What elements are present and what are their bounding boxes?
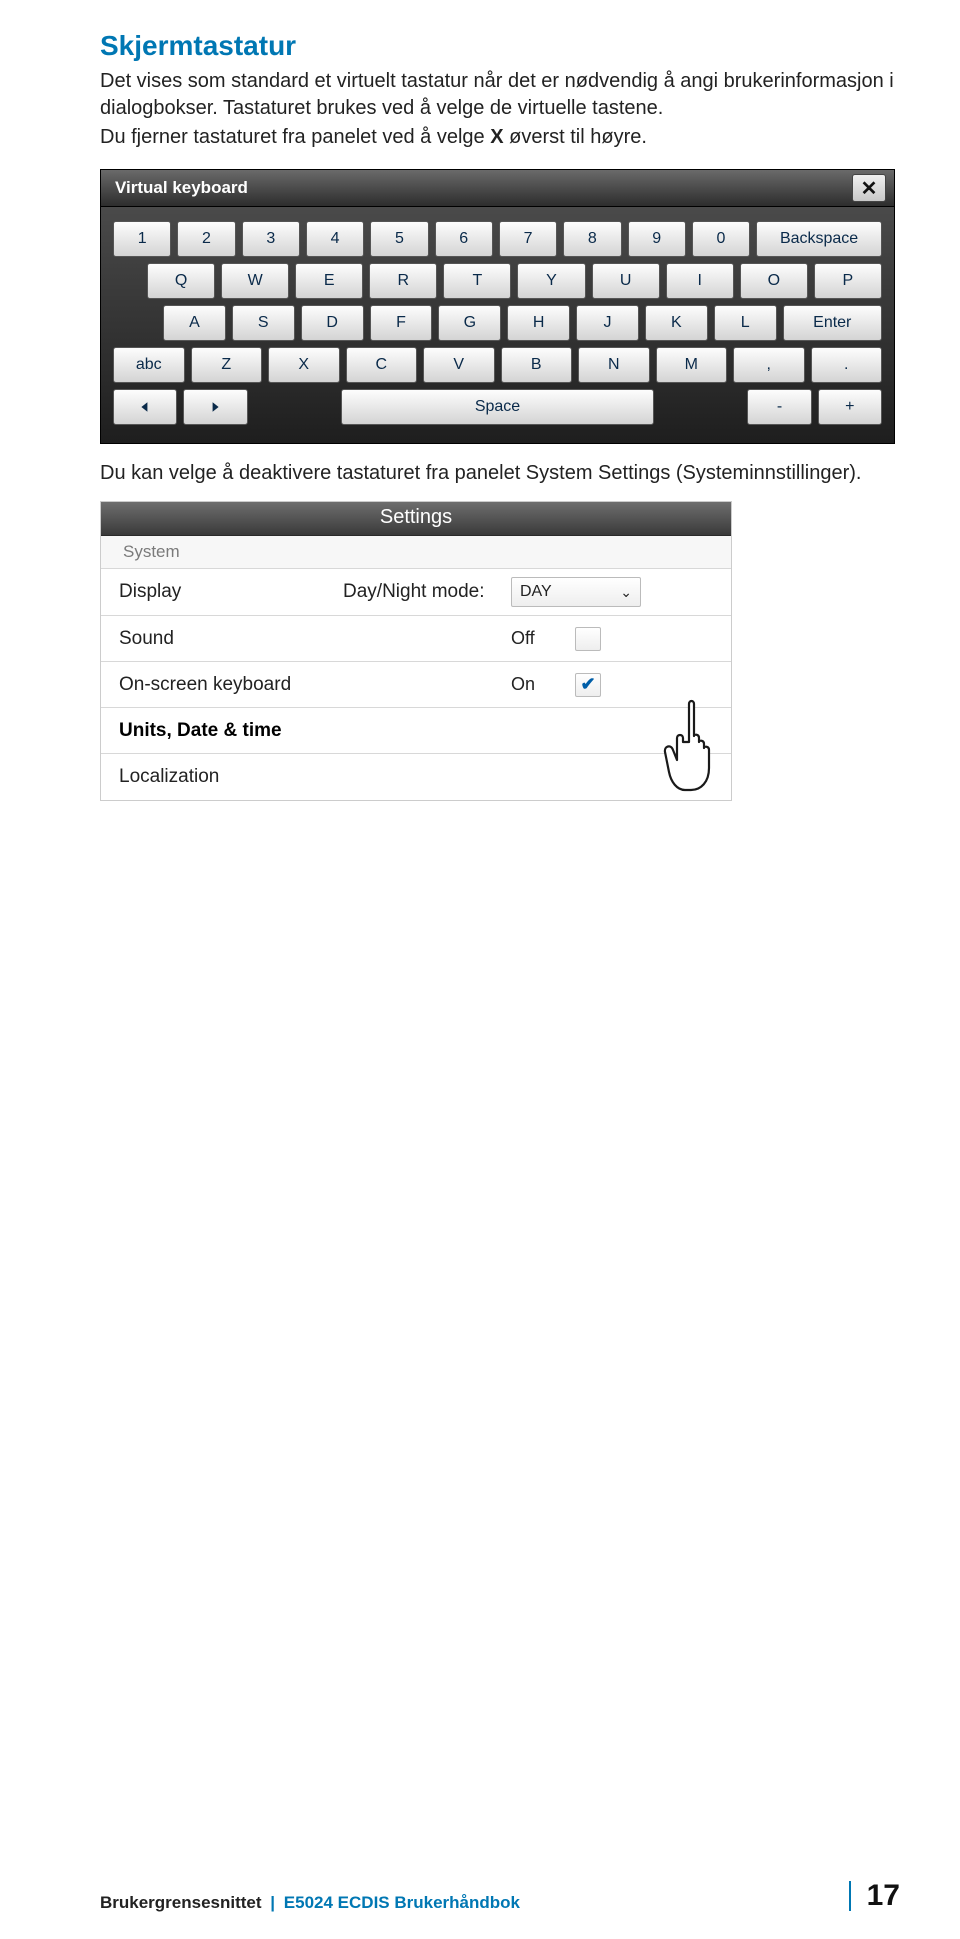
key-8[interactable]: 8: [563, 221, 621, 257]
key-h[interactable]: H: [507, 305, 570, 341]
vk-title: Virtual keyboard: [115, 178, 248, 198]
dropdown-daynight[interactable]: DAY ⌄: [511, 577, 641, 607]
key-f[interactable]: F: [370, 305, 433, 341]
key-l[interactable]: L: [714, 305, 777, 341]
key-abc[interactable]: abc: [113, 347, 185, 383]
key-9[interactable]: 9: [628, 221, 686, 257]
after-kb-text: Du kan velge å deaktivere tastaturet fra…: [100, 460, 895, 487]
row-sound[interactable]: Sound Off: [101, 616, 731, 662]
key-a[interactable]: A: [163, 305, 226, 341]
key-c[interactable]: C: [346, 347, 418, 383]
key-backspace[interactable]: Backspace: [756, 221, 882, 257]
pointer-hand-icon: [659, 698, 733, 799]
label-units: Units, Date & time: [113, 720, 731, 742]
key-g[interactable]: G: [438, 305, 501, 341]
footer-sep: |: [266, 1893, 279, 1912]
row-units[interactable]: Units, Date & time: [101, 708, 731, 754]
key-period[interactable]: .: [811, 347, 883, 383]
key-comma[interactable]: ,: [733, 347, 805, 383]
value-sound: Off: [511, 628, 547, 649]
key-s[interactable]: S: [232, 305, 295, 341]
key-e[interactable]: E: [295, 263, 363, 299]
key-b[interactable]: B: [501, 347, 573, 383]
row-osk[interactable]: On-screen keyboard On: [101, 662, 731, 708]
row-display[interactable]: Display Day/Night mode: DAY ⌄: [101, 569, 731, 616]
arrow-right-icon[interactable]: [183, 389, 247, 425]
intro-p2c: øverst til høyre.: [504, 126, 647, 148]
footer-doc: E5024 ECDIS Brukerhåndbok: [284, 1893, 520, 1912]
spacer: [254, 389, 335, 425]
key-j[interactable]: J: [576, 305, 639, 341]
key-0[interactable]: 0: [692, 221, 750, 257]
checkbox-osk[interactable]: [575, 673, 601, 697]
vk-row-1: 1 2 3 4 5 6 7 8 9 0 Backspace: [113, 221, 882, 257]
row-localization[interactable]: Localization: [101, 754, 731, 800]
key-1[interactable]: 1: [113, 221, 171, 257]
virtual-keyboard-figure: Virtual keyboard ✕ 1 2 3 4 5 6 7 8 9 0 B…: [100, 169, 895, 444]
key-v[interactable]: V: [423, 347, 495, 383]
footer-section: Brukergrensesnittet: [100, 1893, 262, 1912]
checkbox-sound[interactable]: [575, 627, 601, 651]
key-w[interactable]: W: [221, 263, 289, 299]
key-x[interactable]: X: [268, 347, 340, 383]
key-4[interactable]: 4: [306, 221, 364, 257]
page-footer: Brukergrensesnittet | E5024 ECDIS Bruker…: [0, 1879, 960, 1913]
key-enter[interactable]: Enter: [783, 305, 882, 341]
key-7[interactable]: 7: [499, 221, 557, 257]
key-d[interactable]: D: [301, 305, 364, 341]
key-z[interactable]: Z: [191, 347, 263, 383]
label-display: Display: [113, 581, 343, 603]
key-5[interactable]: 5: [370, 221, 428, 257]
key-m[interactable]: M: [656, 347, 728, 383]
key-n[interactable]: N: [578, 347, 650, 383]
intro-p1: Det vises som standard et virtuelt tasta…: [100, 68, 895, 122]
settings-group-system: System: [101, 536, 731, 569]
dropdown-value: DAY: [520, 583, 552, 601]
label-daynight: Day/Night mode:: [343, 581, 511, 603]
key-q[interactable]: Q: [147, 263, 215, 299]
intro-p2a: Du fjerner tastaturet fra panelet ved å …: [100, 126, 490, 148]
key-2[interactable]: 2: [177, 221, 235, 257]
label-osk: On-screen keyboard: [113, 674, 511, 696]
vk-row-5: Space - +: [113, 389, 882, 425]
key-3[interactable]: 3: [242, 221, 300, 257]
intro-p2: Du fjerner tastaturet fra panelet ved å …: [100, 124, 895, 151]
vk-body: 1 2 3 4 5 6 7 8 9 0 Backspace Q W E R T …: [101, 207, 894, 443]
page-title: Skjermtastatur: [100, 30, 895, 62]
settings-title: Settings: [101, 502, 731, 536]
key-6[interactable]: 6: [435, 221, 493, 257]
key-plus[interactable]: +: [818, 389, 882, 425]
key-k[interactable]: K: [645, 305, 708, 341]
label-localization: Localization: [113, 766, 731, 788]
vk-row-3: A S D F G H J K L Enter: [113, 305, 882, 341]
settings-panel: Settings System Display Day/Night mode: …: [100, 501, 732, 801]
key-i[interactable]: I: [666, 263, 734, 299]
arrow-left-icon[interactable]: [113, 389, 177, 425]
key-t[interactable]: T: [443, 263, 511, 299]
vk-row-4: abc Z X C V B N M , .: [113, 347, 882, 383]
key-o[interactable]: O: [740, 263, 808, 299]
label-sound: Sound: [113, 628, 343, 650]
close-x-ref: X: [490, 126, 503, 148]
chevron-down-icon: ⌄: [620, 584, 632, 601]
close-icon[interactable]: ✕: [852, 174, 886, 202]
key-r[interactable]: R: [369, 263, 437, 299]
value-osk: On: [511, 674, 547, 695]
footer-divider: [849, 1881, 851, 1911]
key-minus[interactable]: -: [747, 389, 811, 425]
key-p[interactable]: P: [814, 263, 882, 299]
key-u[interactable]: U: [592, 263, 660, 299]
page-number: 17: [867, 1879, 900, 1913]
key-space[interactable]: Space: [341, 389, 655, 425]
vk-titlebar: Virtual keyboard ✕: [101, 170, 894, 207]
vk-row-2: Q W E R T Y U I O P: [113, 263, 882, 299]
key-y[interactable]: Y: [517, 263, 585, 299]
spacer: [660, 389, 741, 425]
